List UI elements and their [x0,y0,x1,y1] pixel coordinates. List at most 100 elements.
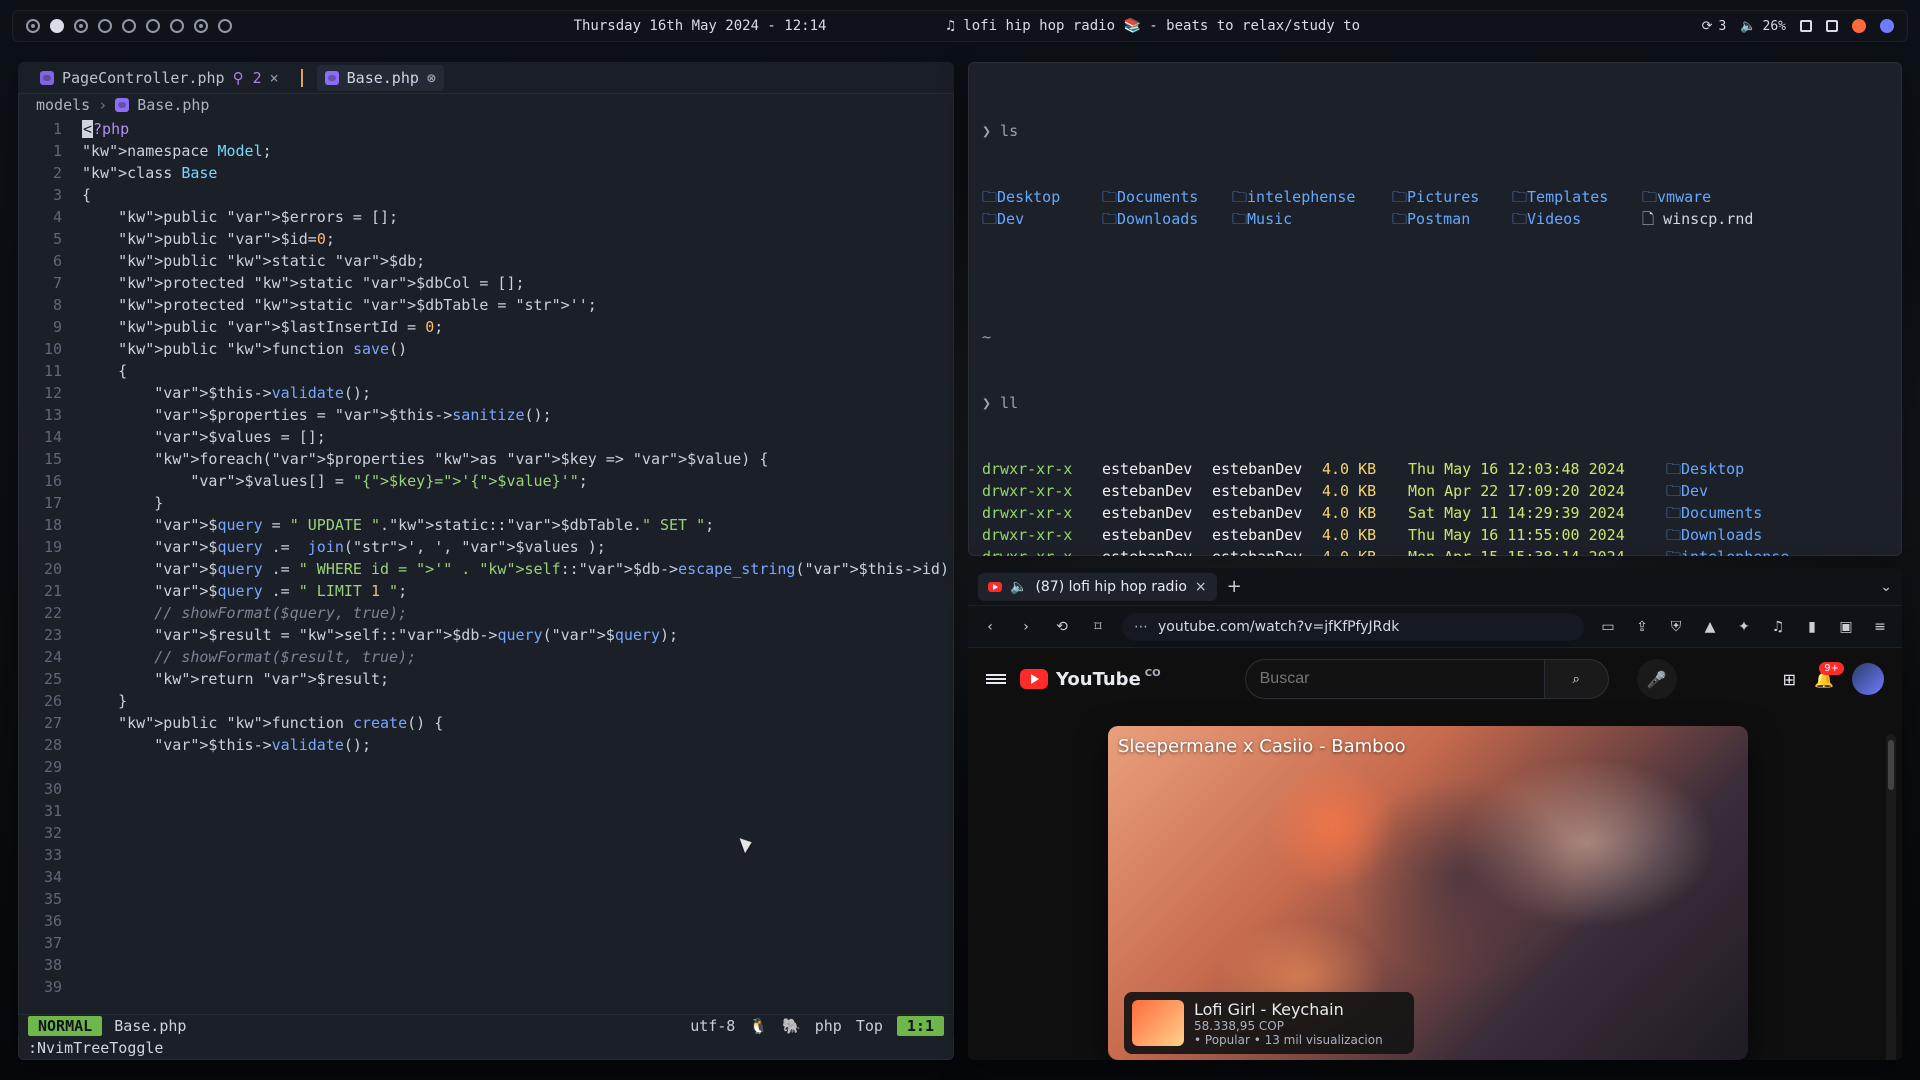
tab-label: Base.php [346,68,419,87]
youtube-page: YouTube CO ⌕ 🎤 ⊞ 🔔 9+ Sleepermane x Casi… [968,648,1902,1060]
now-playing[interactable]: ♫ lofi hip hop radio 📚 - beats to relax/… [946,18,1360,34]
video-player[interactable]: Sleepermane x Casiio - Bamboo Lofi Girl … [1108,726,1748,1060]
youtube-logo[interactable]: YouTube CO [1020,667,1161,690]
entry-name: 🗀intelephense [1666,546,1888,556]
code-lines[interactable]: <?php "kw">namespace Model; "kw">class Bas… [72,116,954,1006]
ls-item: 🗀vmware [1642,186,1762,208]
file-icon: 🗋 [1642,210,1664,228]
folder-icon: 🗀 [1232,188,1248,206]
page-scrollbar[interactable] [1886,734,1896,1060]
notion-icon[interactable] [1826,20,1838,32]
line-number: 23 [43,626,62,644]
code-line: "var">$this->validate(); [154,736,371,754]
workspace-5[interactable] [122,19,136,33]
status-file: Base.php [114,1016,187,1035]
workspace-8[interactable] [194,19,208,33]
size: 4.0 KB [1322,460,1377,478]
brave-icon[interactable] [1852,19,1866,33]
code-line: "kw">public "kw">static "var">$db; [118,252,426,270]
wallet-icon[interactable]: ▣ [1834,615,1858,639]
date: Thu May 16 12:03:48 2024 [1408,460,1625,478]
close-icon[interactable]: × [270,69,279,87]
line-number: 16 [43,472,62,490]
merch-card[interactable]: Lofi Girl - Keychain 58.338,95 COP • Pop… [1124,992,1414,1054]
folder-icon: 🗀 [1102,210,1118,228]
volume-indicator[interactable]: 🔈 26% [1740,19,1786,34]
merch-text: Lofi Girl - Keychain 58.338,95 COP • Pop… [1194,1000,1383,1047]
workspace-1[interactable] [26,19,40,33]
group: estebanDev [1212,460,1303,478]
workspace-3[interactable] [74,19,88,33]
ls-name: Desktop [997,188,1061,206]
tab-pagecontroller[interactable]: PageController.php ⚲ 2 × [32,65,287,91]
updates-indicator[interactable]: ⟳ 3 [1702,19,1727,34]
new-tab-button[interactable]: + [1227,576,1242,597]
close-circle-icon[interactable]: ⊗ [427,69,436,87]
voice-search-button[interactable]: 🎤 [1636,659,1677,699]
line-number: 1 [52,142,62,160]
sidebar-icon[interactable]: ▮ [1800,615,1824,639]
address-bar[interactable]: ⋯ youtube.com/watch?v=jfKfPfyJRdk [1122,612,1584,641]
brave-shield-icon[interactable]: ⛨ [1664,615,1688,639]
cast-icon[interactable]: ▭ [1596,615,1620,639]
reload-icon[interactable]: ⟲ [1050,615,1074,639]
search-button[interactable]: ⌕ [1544,659,1609,699]
country-code: CO [1144,667,1161,679]
line-number: 31 [43,802,62,820]
status-right: utf-8 🐧 🐘 php Top 1:1 [690,1015,944,1036]
user: estebanDev [1102,504,1193,522]
ls-name: winscp.rnd [1663,210,1754,228]
bookmark-icon[interactable]: ⌑ [1086,615,1110,639]
entry-name: 🗀Downloads [1666,526,1763,544]
menu-icon[interactable]: ≡ [1868,615,1892,639]
line-number: 30 [43,780,62,798]
code-area[interactable]: 1 1 2 3 4 5 6 7 8 9 10 11 12 13 14 15 16 17 18 19 20 21 22 23 24… [18,116,954,1006]
extensions-icon[interactable]: ✦ [1732,615,1756,639]
notifications-button[interactable]: 🔔 9+ [1814,661,1844,689]
forward-icon[interactable]: › [1014,615,1038,639]
rewards-icon[interactable]: ▲ [1698,615,1722,639]
workspace-2-active[interactable] [50,19,64,33]
workspace-7[interactable] [170,19,184,33]
line-number: 4 [52,208,62,226]
search-input[interactable] [1244,659,1545,699]
scroll-position: Top [855,1016,883,1035]
ls-name: vmware [1657,188,1712,206]
chevron-down-icon[interactable]: ⌄ [1880,579,1892,595]
ls-item: 🗀Downloads [1102,208,1232,230]
avatar[interactable] [1852,663,1884,695]
command-line[interactable]: :NvimTreeToggle [28,1038,163,1058]
youtube-search[interactable]: ⌕ [1244,659,1609,699]
terminal-output[interactable]: ❯ ls 🗀Desktop 🗀Documents 🗀intelephense 🗀Pic… [968,62,1902,556]
close-tab-icon[interactable]: × [1195,579,1207,595]
workspace-4[interactable] [98,19,112,33]
discord-icon[interactable] [1880,19,1894,33]
site-info-icon[interactable]: ⋯ [1134,619,1148,635]
ls-name: Downloads [1117,210,1199,228]
window-icon[interactable] [1800,20,1812,32]
group: estebanDev [1212,546,1322,556]
ls-item: 🗀intelephense [1232,186,1392,208]
status-left: NORMAL Base.php [28,1015,187,1036]
line-number: 2 [52,164,62,182]
hamburger-menu-icon[interactable] [986,672,1006,686]
folder-icon: 🗀 [1102,188,1118,206]
speaker-icon: 🔈 [1010,578,1028,595]
back-icon[interactable]: ‹ [978,615,1002,639]
ls-item: 🗀Postman [1392,208,1512,230]
line-number: 22 [43,604,62,622]
ll-row: drwxr-xr-x estebanDev estebanDev 4.0 KB Sat … [982,502,1888,524]
url-text[interactable]: youtube.com/watch?v=jfKfPfyJRdk [1158,619,1399,635]
workspace-indicators[interactable] [26,19,232,33]
create-icon[interactable]: ⊞ [1783,670,1796,689]
browser-tab-youtube[interactable]: 🔈 (87) lofi hip hop radio × [978,572,1217,601]
terminal-window[interactable]: ❯ ls 🗀Desktop 🗀Documents 🗀intelephense 🗀Pic… [968,62,1902,556]
workspace-6[interactable] [146,19,160,33]
line-numbers: 1 1 2 3 4 5 6 7 8 9 10 11 12 13 14 15 16 17 18 19 20 21 22 23 24… [18,116,72,1006]
tab-base[interactable]: Base.php ⊗ [316,64,444,91]
media-icon[interactable]: ♫ [1766,615,1790,639]
share-icon[interactable]: ⇪ [1630,615,1654,639]
system-tray[interactable]: ⟳ 3 🔈 26% [1702,19,1894,34]
workspace-9[interactable] [218,19,232,33]
line-number: 12 [43,384,62,402]
